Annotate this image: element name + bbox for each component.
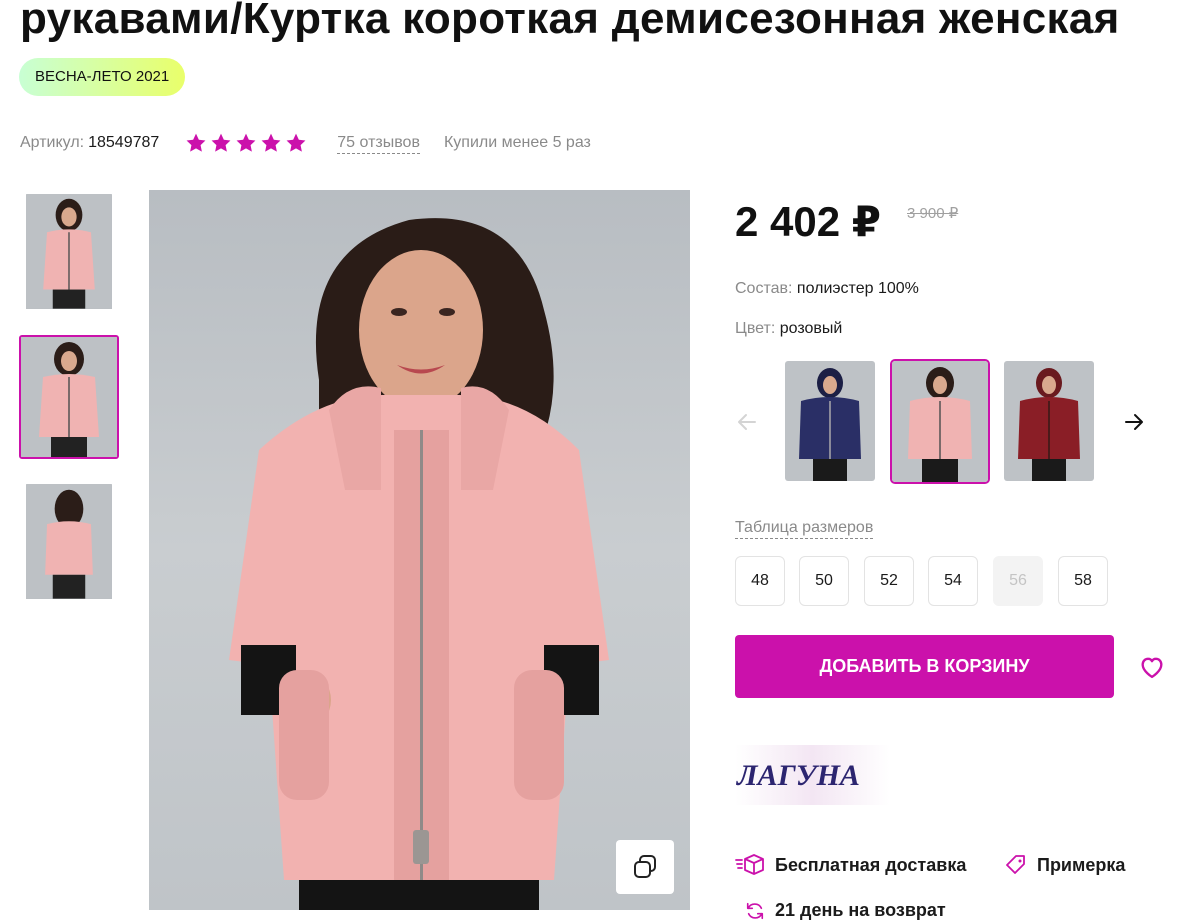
thumbnail-image bbox=[26, 194, 112, 309]
composition-label: Состав: bbox=[735, 280, 793, 297]
feature-fitting: Примерка bbox=[1005, 854, 1125, 876]
gallery-thumbnail[interactable] bbox=[24, 192, 114, 312]
color-option-blue[interactable] bbox=[785, 361, 875, 481]
delivery-box-icon bbox=[735, 854, 764, 875]
size-table-link[interactable]: Таблица размеров bbox=[735, 518, 874, 539]
composition-line: Состав: полиэстер 100% bbox=[735, 280, 919, 298]
color-label: Цвет: bbox=[735, 320, 776, 337]
heart-icon[interactable] bbox=[1138, 653, 1166, 681]
size-option-unavailable: 56 bbox=[993, 556, 1043, 606]
color-value: розовый bbox=[779, 320, 843, 337]
star-icon bbox=[211, 133, 231, 152]
size-option[interactable]: 48 bbox=[735, 556, 785, 606]
brand-logo-text: ЛАГУНА bbox=[735, 759, 860, 792]
feature-return: 21 день на возврат bbox=[745, 900, 946, 921]
rating-stars[interactable] bbox=[185, 132, 307, 154]
size-option[interactable]: 52 bbox=[864, 556, 914, 606]
reviews-link[interactable]: 75 отзывов bbox=[337, 133, 420, 154]
add-to-cart-button[interactable]: ДОБАВИТЬ В КОРЗИНУ bbox=[735, 635, 1114, 698]
size-option[interactable]: 58 bbox=[1058, 556, 1108, 606]
article-value: 18549787 bbox=[88, 134, 160, 151]
gallery-thumbnail-active[interactable] bbox=[19, 335, 119, 459]
color-option-burgundy[interactable] bbox=[1004, 361, 1094, 481]
product-title: рукавами/Куртка короткая демисезонная же… bbox=[20, 0, 1120, 43]
bought-count: Купили менее 5 раз bbox=[443, 134, 591, 151]
brand-logo[interactable]: ЛАГУНА bbox=[735, 745, 890, 805]
star-icon bbox=[236, 133, 256, 152]
composition-value: полиэстер 100% bbox=[796, 280, 919, 297]
zoom-icon bbox=[634, 855, 656, 878]
star-icon bbox=[186, 133, 206, 152]
feature-fitting-label: Примерка bbox=[1037, 854, 1126, 875]
size-option[interactable]: 50 bbox=[799, 556, 849, 606]
current-price: 2 402 ₽ bbox=[735, 198, 881, 245]
feature-delivery-label: Бесплатная доставка bbox=[775, 854, 967, 875]
color-option-pink-active[interactable] bbox=[890, 359, 990, 484]
thumbnail-image bbox=[26, 484, 112, 599]
season-badge[interactable]: ВЕСНА-ЛЕТО 2021 bbox=[19, 58, 186, 96]
arrow-right-icon[interactable] bbox=[1122, 410, 1146, 434]
tag-icon bbox=[1006, 855, 1025, 874]
old-price: 3 900 ₽ bbox=[907, 205, 959, 222]
thumbnail-image bbox=[21, 337, 117, 457]
product-meta-row: Артикул: 18549787 75 отзывов Купили мене… bbox=[20, 132, 591, 154]
product-photo-image bbox=[229, 218, 609, 910]
star-icon bbox=[261, 133, 281, 152]
return-icon bbox=[746, 902, 764, 919]
feature-return-label: 21 день на возврат bbox=[775, 900, 946, 920]
color-option-image bbox=[1004, 361, 1094, 481]
arrow-left-icon[interactable] bbox=[735, 410, 759, 434]
color-line: Цвет: розовый bbox=[735, 320, 842, 338]
color-option-image bbox=[785, 361, 875, 481]
zoom-button[interactable] bbox=[616, 840, 674, 894]
article-label: Артикул: bbox=[20, 134, 85, 151]
star-icon bbox=[286, 133, 306, 152]
gallery-thumbnail[interactable] bbox=[24, 482, 114, 602]
color-option-image bbox=[892, 361, 988, 482]
main-product-photo[interactable] bbox=[149, 190, 690, 910]
feature-free-delivery: Бесплатная доставка bbox=[735, 854, 966, 876]
size-option[interactable]: 54 bbox=[928, 556, 978, 606]
